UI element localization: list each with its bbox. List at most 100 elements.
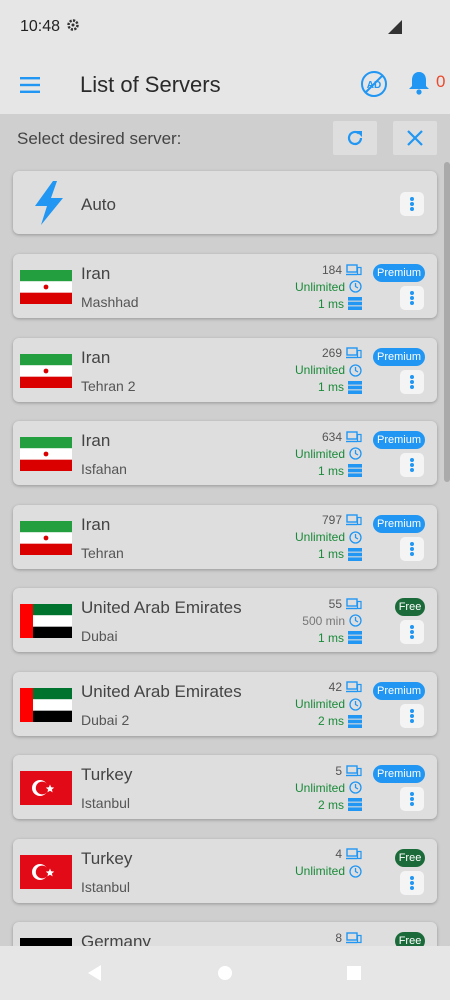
flag-germany-icon — [20, 938, 72, 946]
more-options-button[interactable] — [400, 369, 424, 394]
status-time: 10:48 — [20, 18, 61, 35]
server-city: Dubai — [81, 628, 118, 644]
devices-icon — [346, 514, 362, 526]
server-country: Germany — [81, 932, 151, 946]
server-country: Iran — [81, 347, 111, 367]
server-city: Dubai 2 — [81, 711, 130, 728]
flag-iran-icon — [20, 353, 72, 388]
flag-iran-icon — [20, 520, 72, 555]
server-icon — [348, 547, 362, 561]
time-limit: Unlimited — [295, 780, 362, 796]
time-limit: Unlimited — [295, 363, 362, 379]
refresh-button[interactable] — [333, 121, 377, 155]
flag-uae-icon — [20, 687, 72, 722]
devices-icon — [346, 431, 362, 443]
server-icon — [348, 714, 362, 728]
time-limit: Unlimited — [295, 446, 362, 462]
close-icon — [407, 130, 423, 146]
server-list-panel: Select desired server: Auto Iran Mashhad 1… — [0, 114, 450, 946]
server-icon — [348, 380, 362, 394]
clock-icon — [349, 865, 362, 878]
server-city: Istanbul — [81, 878, 131, 895]
devices-icon — [346, 848, 362, 860]
server-card[interactable]: Turkey Istanbul 4 Unlimited Free — [13, 838, 437, 903]
clock-icon — [349, 280, 362, 293]
server-country: Turkey — [81, 765, 133, 784]
auto-server-card[interactable]: Auto — [13, 171, 437, 234]
user-count: 8 — [335, 930, 362, 946]
server-icon — [348, 464, 362, 478]
clock-icon — [349, 447, 362, 460]
premium-badge: Premium — [373, 681, 425, 700]
ping-latency: 2 ms — [318, 714, 362, 730]
more-options-button[interactable] — [400, 192, 424, 216]
auto-label: Auto — [81, 195, 116, 214]
server-card[interactable]: United Arab Emirates Dubai 2 42 Unlimited 2 … — [13, 671, 437, 736]
free-badge: Free — [395, 598, 425, 616]
more-options-button[interactable] — [400, 453, 424, 477]
server-card[interactable]: Iran Isfahan 634 Unlimited 1 ms Premium — [13, 421, 437, 485]
server-icon — [348, 297, 362, 311]
page-title: List of Servers — [80, 72, 221, 97]
ping-latency: 1 ms — [318, 296, 362, 312]
lightning-icon — [31, 181, 67, 230]
clock-icon — [349, 698, 362, 711]
time-limit: 500 min — [302, 613, 362, 629]
server-city: Tehran — [81, 544, 124, 561]
system-nav-bar — [0, 946, 450, 1000]
bell-icon[interactable] — [407, 70, 431, 96]
server-city: Tehran 2 — [81, 377, 136, 394]
server-card[interactable]: United Arab Emirates Dubai 55 500 min 1 ms Fr… — [13, 588, 437, 652]
flag-turkey-icon — [20, 854, 72, 889]
more-options-button[interactable] — [400, 870, 424, 895]
user-count: 5 — [335, 763, 362, 779]
server-card[interactable]: Germany 8 Free — [13, 922, 437, 946]
server-country: Turkey — [81, 848, 133, 868]
devices-icon — [346, 681, 362, 693]
user-count: 797 — [322, 513, 362, 529]
user-count: 42 — [329, 680, 362, 696]
time-limit: Unlimited — [295, 279, 362, 295]
select-server-label: Select desired server: — [17, 129, 182, 148]
more-options-button[interactable] — [400, 286, 424, 310]
ping-latency: 1 ms — [318, 463, 362, 479]
time-limit: Unlimited — [295, 697, 362, 713]
server-country: Iran — [81, 431, 111, 450]
flag-turkey-icon — [20, 771, 72, 805]
home-icon[interactable] — [217, 965, 233, 986]
scrollbar[interactable] — [444, 162, 450, 482]
premium-badge: Premium — [373, 514, 425, 533]
more-options-button[interactable] — [400, 536, 424, 561]
server-card[interactable]: Iran Tehran 2 269 Unlimited 1 ms Premium — [13, 337, 437, 402]
user-count: 4 — [335, 847, 362, 863]
server-city: Istanbul — [81, 795, 131, 811]
server-country: United Arab Emirates — [81, 598, 242, 617]
recent-apps-icon[interactable] — [346, 965, 362, 986]
back-icon[interactable] — [87, 964, 103, 987]
premium-badge: Premium — [373, 264, 425, 282]
notification-count: 0 — [436, 72, 446, 91]
server-icon — [348, 631, 362, 645]
more-options-button[interactable] — [400, 703, 424, 728]
premium-badge: Premium — [373, 347, 425, 366]
menu-icon[interactable] — [18, 76, 42, 94]
server-card[interactable]: Turkey Istanbul 5 Unlimited 2 ms Premium — [13, 755, 437, 819]
gear-icon — [66, 18, 80, 37]
server-card[interactable]: Iran Mashhad 184 Unlimited 1 ms Premium — [13, 254, 437, 318]
server-card[interactable]: Iran Tehran 797 Unlimited 1 ms Premium — [13, 504, 437, 569]
ping-latency: 1 ms — [318, 630, 362, 646]
more-options-button[interactable] — [400, 787, 424, 811]
more-options-button[interactable] — [400, 620, 424, 644]
time-limit: Unlimited — [295, 864, 362, 880]
signal-icon — [388, 20, 402, 39]
clock-icon — [349, 364, 362, 377]
clock-icon — [349, 531, 362, 544]
premium-badge: Premium — [373, 431, 425, 449]
ping-latency: 2 ms — [318, 797, 362, 813]
no-ads-icon[interactable]: AD — [360, 70, 388, 98]
devices-icon — [346, 765, 362, 777]
server-country: United Arab Emirates — [81, 681, 242, 701]
ping-latency: 1 ms — [318, 380, 362, 396]
user-count: 634 — [322, 429, 362, 445]
close-button[interactable] — [393, 121, 437, 155]
